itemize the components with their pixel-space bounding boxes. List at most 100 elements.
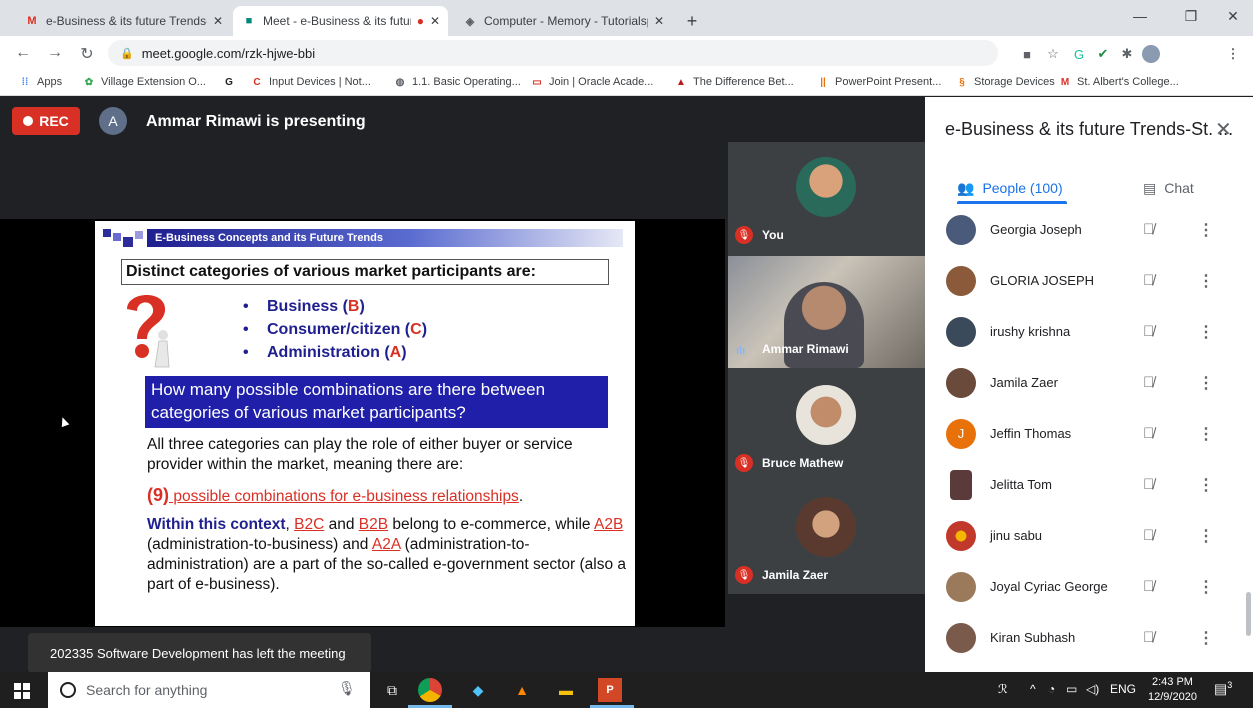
- clock-date: 12/9/2020: [1148, 691, 1197, 703]
- browser-tab-strip: M e-Business & its future Trends-St ✕ ■ …: [0, 0, 1253, 36]
- windows-start-icon[interactable]: [14, 683, 30, 699]
- browser-toolbar: ← → ↻ 🔒 meet.google.com/rzk-hjwe-bbi ■ ☆…: [0, 36, 1253, 70]
- g-icon: G: [225, 76, 233, 88]
- more-options-icon[interactable]: ⋮: [1198, 577, 1214, 597]
- avatar: [946, 265, 976, 296]
- more-options-icon[interactable]: ⋮: [1198, 373, 1214, 393]
- tile-jamila[interactable]: 🎙 Jamila Zaer: [728, 482, 925, 594]
- list-item[interactable]: Jamila Zaer 🎙̸ ⋮: [925, 357, 1245, 408]
- list-item[interactable]: J Jeffin Thomas 🎙̸ ⋮: [925, 408, 1245, 459]
- more-options-icon[interactable]: ⋮: [1198, 322, 1214, 342]
- profile-avatar[interactable]: [1142, 45, 1160, 63]
- avatar: J: [946, 418, 976, 449]
- bookmark-g[interactable]: G: [222, 75, 241, 89]
- address-bar[interactable]: 🔒 meet.google.com/rzk-hjwe-bbi: [108, 40, 998, 66]
- close-icon[interactable]: ✕: [654, 14, 664, 28]
- people-list-scrollbar[interactable]: [1246, 592, 1251, 636]
- tile-name: Ammar Rimawi: [762, 342, 849, 356]
- camera-icon[interactable]: ■: [1018, 45, 1036, 63]
- bookmark-village[interactable]: ✿ Village Extension O...: [82, 75, 206, 89]
- slide-header-title: E-Business Concepts and its Future Trend…: [147, 229, 623, 247]
- taskbar-search-input[interactable]: Search for anything 🎙: [48, 672, 370, 708]
- tab-chat[interactable]: ▤ Chat: [1143, 173, 1194, 203]
- storage-icon: §: [959, 76, 965, 88]
- close-icon[interactable]: ✕: [213, 14, 223, 28]
- mic-off-icon: 🎙̸: [1143, 323, 1155, 340]
- reload-button[interactable]: ↻: [76, 44, 98, 64]
- people-list: Georgia Joseph 🎙̸ ⋮ GLORIA JOSEPH 🎙̸ ⋮ i…: [925, 204, 1253, 672]
- tab-people[interactable]: 👥 People (100): [957, 173, 1063, 203]
- avatar: [796, 497, 856, 557]
- mic-off-icon: 🎙̸: [1143, 374, 1155, 391]
- restore-button[interactable]: ❐: [1176, 8, 1206, 25]
- list-item[interactable]: irushy krishna 🎙̸ ⋮: [925, 306, 1245, 357]
- people-tray-icon[interactable]: ℛ: [998, 682, 1008, 696]
- more-options-icon[interactable]: ⋮: [1198, 220, 1214, 240]
- list-item[interactable]: Joyal Cyriac George 🎙̸ ⋮: [925, 561, 1245, 612]
- minimize-button[interactable]: —: [1125, 8, 1155, 24]
- notifications-icon[interactable]: ▤3: [1214, 680, 1232, 698]
- powerpoint-icon[interactable]: P: [598, 678, 622, 702]
- forward-button[interactable]: →: [44, 44, 66, 62]
- bookmark-apps[interactable]: ⁞⁞ Apps: [18, 75, 62, 89]
- star-icon[interactable]: ☆: [1044, 45, 1062, 63]
- task-view-icon[interactable]: ⧉: [380, 678, 404, 702]
- more-options-icon[interactable]: ⋮: [1198, 424, 1214, 444]
- vlc-icon[interactable]: ▲: [510, 678, 534, 702]
- tile-bruce[interactable]: 🎙 Bruce Mathew: [728, 370, 925, 482]
- battery-icon[interactable]: ▭: [1066, 682, 1077, 696]
- bookmark-storage[interactable]: § Storage Devices: [955, 75, 1055, 89]
- chevron-up-icon[interactable]: ^: [1030, 682, 1036, 696]
- bookmark-basic-operating[interactable]: ◍ 1.1. Basic Operating...: [393, 75, 521, 89]
- more-options-icon[interactable]: ⋮: [1198, 271, 1214, 291]
- close-icon[interactable]: ✕: [1215, 117, 1232, 142]
- tab-tutorialspoint[interactable]: ◈ Computer - Memory - Tutorialsp ✕: [454, 6, 672, 36]
- avatar: [796, 157, 856, 217]
- bookmark-difference[interactable]: ▲ The Difference Bet...: [674, 75, 794, 89]
- bookmark-powerpoint[interactable]: || PowerPoint Present...: [816, 75, 941, 89]
- new-tab-button[interactable]: +: [680, 9, 704, 33]
- check-icon[interactable]: ✔: [1094, 45, 1112, 63]
- more-options-icon[interactable]: ⋮: [1198, 526, 1214, 546]
- tile-you[interactable]: 🎙 You: [728, 142, 925, 254]
- category-list: • Business (B) • Consumer/citizen (C) • Adm…: [243, 295, 427, 364]
- tile-ammar[interactable]: ılı Ammar Rimawi: [728, 256, 925, 368]
- list-item[interactable]: GLORIA JOSEPH 🎙̸ ⋮: [925, 255, 1245, 306]
- grammarly-icon[interactable]: G: [1070, 45, 1088, 63]
- list-item[interactable]: Kiran Subhash 🎙̸ ⋮: [925, 612, 1245, 663]
- clock[interactable]: 2:43 PM 12/9/2020: [1148, 675, 1197, 705]
- tab-gmail[interactable]: M e-Business & its future Trends-St ✕: [16, 6, 231, 36]
- more-options-icon[interactable]: ⋮: [1198, 475, 1214, 495]
- app-icon[interactable]: ◆: [466, 678, 490, 702]
- more-options-icon[interactable]: ⋮: [1198, 628, 1214, 648]
- language-indicator[interactable]: ENG: [1110, 682, 1136, 696]
- close-icon[interactable]: ✕: [430, 14, 440, 28]
- menu-dots-icon[interactable]: ⋮: [1224, 45, 1242, 63]
- list-item[interactable]: jinu sabu 🎙̸ ⋮: [925, 510, 1245, 561]
- puzzle-icon[interactable]: ✱: [1118, 45, 1136, 63]
- meet-icon: ■: [245, 15, 253, 27]
- volume-icon[interactable]: ◁): [1086, 682, 1099, 696]
- mic-off-icon: 🎙̸: [1143, 527, 1155, 544]
- back-button[interactable]: ←: [12, 44, 34, 62]
- gmail-icon: M: [1060, 76, 1070, 88]
- close-window-button[interactable]: ✕: [1218, 8, 1248, 25]
- bookmark-oracle[interactable]: ▭ Join | Oracle Acade...: [530, 75, 653, 89]
- participant-name: Jeffin Thomas: [990, 426, 1072, 441]
- microphone-icon[interactable]: 🎙: [338, 680, 356, 697]
- bookmark-input-devices[interactable]: C Input Devices | Not...: [250, 75, 371, 89]
- bookmark-st-alberts[interactable]: M St. Albert's College...: [1058, 75, 1179, 89]
- combinations-line: (9) possible combinations for e-business…: [147, 485, 524, 505]
- network-icon[interactable]: ◔: [1048, 682, 1055, 696]
- chrome-icon[interactable]: [418, 678, 442, 702]
- presentation-area: E-Business Concepts and its Future Trend…: [0, 219, 725, 627]
- tab-meet[interactable]: ■ Meet - e-Business & its futur ● ✕: [233, 6, 448, 36]
- notification-count: 3: [1227, 680, 1233, 690]
- list-item[interactable]: Jelitta Tom 🎙̸ ⋮: [925, 459, 1245, 510]
- list-item[interactable]: Georgia Joseph 🎙̸ ⋮: [925, 204, 1245, 255]
- file-explorer-icon[interactable]: ▬: [554, 678, 578, 702]
- avatar: [946, 571, 976, 602]
- presenting-label: Ammar Rimawi is presenting: [146, 113, 366, 130]
- tile-name: Jamila Zaer: [762, 568, 829, 582]
- mic-off-icon: 🎙: [735, 226, 753, 244]
